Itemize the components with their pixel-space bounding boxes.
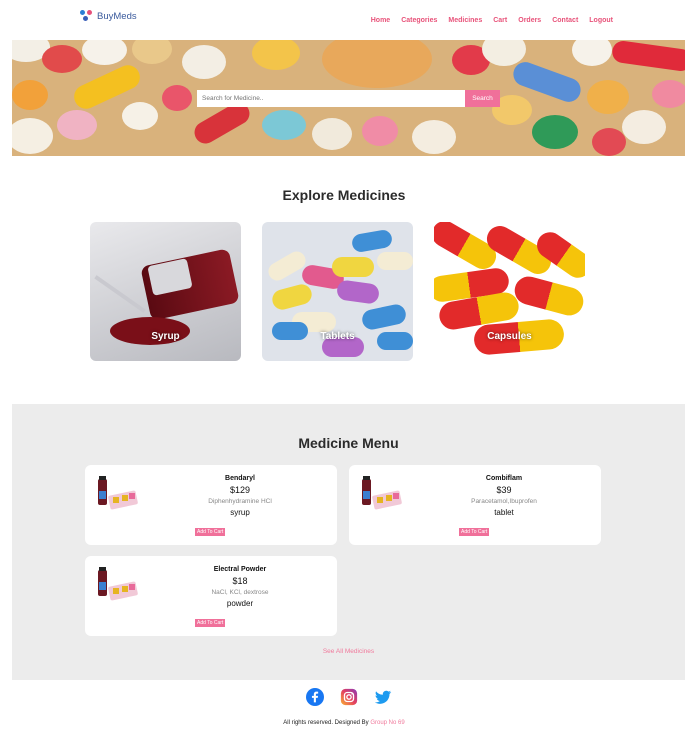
medicine-thumbnail <box>359 475 403 513</box>
hero-banner: Search <box>12 40 685 156</box>
group-link[interactable]: Group No 69 <box>370 720 404 726</box>
medicine-thumbnail <box>95 566 139 604</box>
medicine-card-combiflam: Combiflam $39 Paracetamol,Ibuprofen tabl… <box>349 465 601 545</box>
brand-name: BuyMeds <box>97 10 137 22</box>
medicine-menu-section: Medicine Menu Bendaryl $129 Diphenhydram… <box>12 404 685 680</box>
see-all-medicines-link[interactable]: See All Medicines <box>12 648 685 655</box>
medicine-name: Bendaryl <box>225 475 255 482</box>
search-input[interactable] <box>197 90 465 107</box>
category-label-capsules: Capsules <box>487 331 532 342</box>
add-to-cart-button[interactable]: Add To Cart <box>195 619 226 627</box>
nav-home[interactable]: Home <box>371 17 390 24</box>
medicine-type: powder <box>226 599 254 608</box>
medicine-name: Combiflam <box>485 475 523 482</box>
search-button[interactable]: Search <box>465 90 500 107</box>
medicine-info: Electral Powder $18 NaCl, KCl, dextrose … <box>175 566 305 608</box>
social-links <box>306 688 392 706</box>
nav-cart[interactable]: Cart <box>493 17 507 24</box>
medicine-name: Electral Powder <box>213 566 267 573</box>
copyright-text: All rights reserved. Designed By <box>283 720 369 726</box>
explore-title: Explore Medicines <box>282 187 406 203</box>
twitter-icon[interactable] <box>374 688 392 706</box>
nav-orders[interactable]: Orders <box>518 17 541 24</box>
medicine-ingredients: Paracetamol,Ibuprofen <box>471 498 537 505</box>
logo-icon <box>80 10 93 22</box>
nav-logout[interactable]: Logout <box>589 17 613 24</box>
nav-contact[interactable]: Contact <box>552 17 578 24</box>
facebook-icon[interactable] <box>306 688 324 706</box>
medicine-ingredients: NaCl, KCl, dextrose <box>211 589 269 596</box>
category-label-tablets: Tablets <box>320 331 355 342</box>
instagram-icon[interactable] <box>340 688 358 706</box>
medicine-info: Combiflam $39 Paracetamol,Ibuprofen tabl… <box>439 475 569 517</box>
medicine-card-bendaryl: Bendaryl $129 Diphenhydramine HCl syrup … <box>85 465 337 545</box>
search-bar: Search <box>197 90 500 107</box>
medicine-card-electral-powder: Electral Powder $18 NaCl, KCl, dextrose … <box>85 556 337 636</box>
nav-medicines[interactable]: Medicines <box>448 17 482 24</box>
add-to-cart-button[interactable]: Add To Cart <box>195 528 226 536</box>
medicine-price: $18 <box>232 576 248 586</box>
medicine-info: Bendaryl $129 Diphenhydramine HCl syrup <box>175 475 305 517</box>
medicine-price: $39 <box>496 485 512 495</box>
brand-logo[interactable]: BuyMeds <box>80 10 137 22</box>
category-label-syrup: Syrup <box>151 331 180 342</box>
header: BuyMeds Home Categories Medicines Cart O… <box>0 0 688 40</box>
add-to-cart-button[interactable]: Add To Cart <box>459 528 490 536</box>
nav-categories[interactable]: Categories <box>401 17 437 24</box>
medicine-ingredients: Diphenhydramine HCl <box>208 498 272 505</box>
category-card-capsules[interactable]: Capsules <box>434 222 585 361</box>
category-card-syrup[interactable]: Syrup <box>90 222 241 361</box>
main-nav: Home Categories Medicines Cart Orders Co… <box>371 17 613 24</box>
medicine-type: tablet <box>494 508 514 517</box>
medicine-price: $129 <box>229 485 251 495</box>
medicine-thumbnail <box>95 475 139 513</box>
footer-copyright: All rights reserved. Designed By Group N… <box>0 720 688 726</box>
medicine-type: syrup <box>230 508 250 517</box>
category-card-tablets[interactable]: Tablets <box>262 222 413 361</box>
menu-title: Medicine Menu <box>298 435 399 451</box>
